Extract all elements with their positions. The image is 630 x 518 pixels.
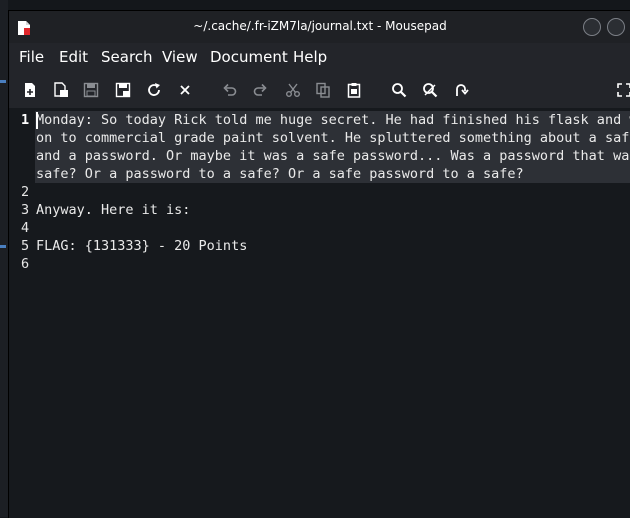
mousepad-window: ~/.cache/.fr-iZM7la/journal.txt - Mousep… xyxy=(8,10,630,518)
cut-icon[interactable] xyxy=(282,79,304,101)
search-icon[interactable] xyxy=(388,79,410,101)
save-icon[interactable] xyxy=(80,79,102,101)
paste-icon[interactable] xyxy=(343,79,365,101)
save-as-icon[interactable] xyxy=(112,79,134,101)
line-number: 4 xyxy=(21,220,30,236)
redo-icon[interactable] xyxy=(249,79,271,101)
text-line: on to commercial grade paint solvent. He… xyxy=(36,130,630,146)
close-document-icon[interactable] xyxy=(174,79,196,101)
text-line: safe? Or a password to a safe? Or a safe… xyxy=(36,166,524,182)
menu-document[interactable]: Document xyxy=(210,48,288,66)
menu-bar: File Edit Search View Document Help xyxy=(9,43,630,71)
fullscreen-icon[interactable] xyxy=(613,79,630,101)
menu-edit[interactable]: Edit xyxy=(59,48,88,66)
desktop-edge xyxy=(0,0,8,517)
undo-icon[interactable] xyxy=(219,79,241,101)
maximize-button[interactable] xyxy=(607,18,625,36)
text-line: Monday: So today Rick told me huge secre… xyxy=(36,112,630,128)
find-replace-icon[interactable] xyxy=(419,79,441,101)
text-line: Anyway. Here it is: xyxy=(36,202,191,218)
text-cursor xyxy=(36,112,38,129)
desktop-marker xyxy=(0,245,6,248)
window-title: ~/.cache/.fr-iZM7la/journal.txt - Mousep… xyxy=(193,19,447,33)
menu-help[interactable]: Help xyxy=(293,48,327,66)
new-document-icon[interactable] xyxy=(19,79,41,101)
new-window-icon[interactable] xyxy=(50,79,72,101)
line-number: 5 xyxy=(21,238,30,254)
toolbar xyxy=(9,73,630,107)
menu-view[interactable]: View xyxy=(162,48,198,66)
line-number: 6 xyxy=(21,256,30,272)
title-bar[interactable]: ~/.cache/.fr-iZM7la/journal.txt - Mousep… xyxy=(9,11,630,43)
minimize-button[interactable] xyxy=(583,18,601,36)
text-editor[interactable]: 1 2 3 4 5 6 Monday: So today Rick told m… xyxy=(9,108,630,518)
menu-search[interactable]: Search xyxy=(101,48,153,66)
text-line: and a password. Or maybe it was a safe p… xyxy=(36,148,630,164)
copy-icon[interactable] xyxy=(312,79,334,101)
text-line: FLAG: {131333} - 20 Points xyxy=(36,238,248,254)
line-number-gutter: 1 2 3 4 5 6 xyxy=(9,108,35,518)
go-to-line-icon[interactable] xyxy=(450,79,472,101)
reload-icon[interactable] xyxy=(143,79,165,101)
line-number: 1 xyxy=(21,112,30,128)
line-number: 2 xyxy=(21,184,30,200)
menu-file[interactable]: File xyxy=(19,48,44,66)
line-number: 3 xyxy=(21,202,30,218)
desktop-marker xyxy=(0,80,6,83)
